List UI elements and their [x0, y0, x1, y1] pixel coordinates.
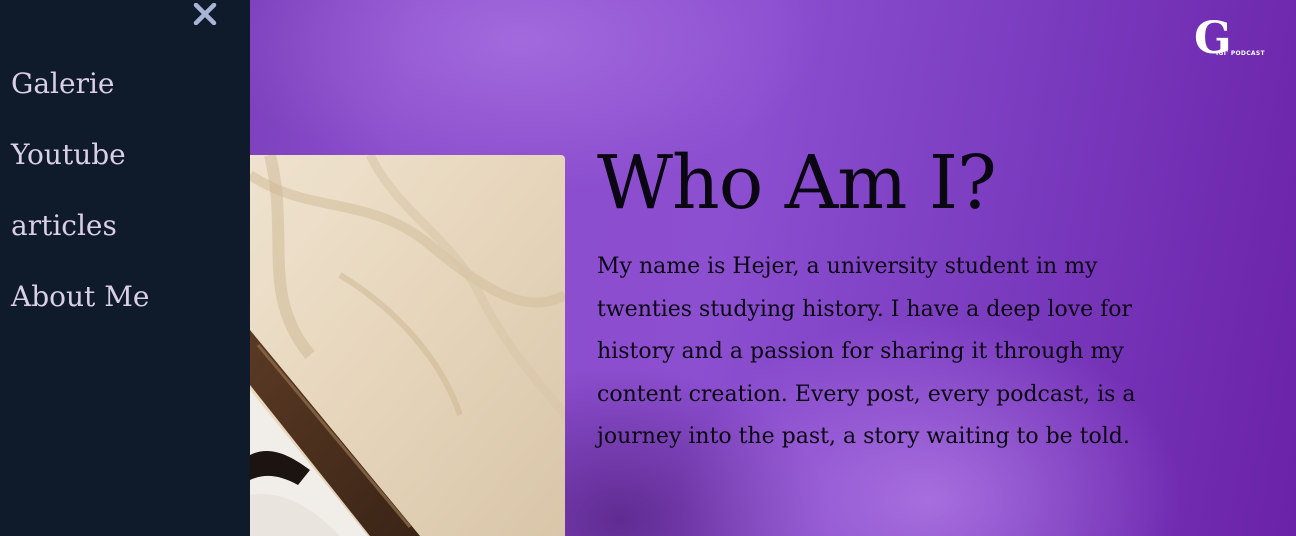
about-photo — [250, 155, 565, 536]
close-menu-button[interactable] — [190, 2, 220, 30]
about-bio: My name is Hejer, a university student i… — [597, 254, 1136, 449]
side-menu: Galerie Youtube articles About Me — [0, 0, 250, 536]
logo-text: IGI' PODCAST — [1216, 50, 1265, 57]
site-logo[interactable]: G IGI' PODCAST — [1194, 14, 1274, 66]
close-icon[interactable] — [193, 2, 217, 29]
nav-item-youtube[interactable]: Youtube — [11, 137, 126, 173]
nav-item-about-me[interactable]: About Me — [11, 279, 149, 315]
page-title: Who Am I? — [597, 140, 997, 226]
nav-item-galerie[interactable]: Galerie — [11, 66, 115, 102]
nav-item-articles[interactable]: articles — [11, 208, 117, 244]
